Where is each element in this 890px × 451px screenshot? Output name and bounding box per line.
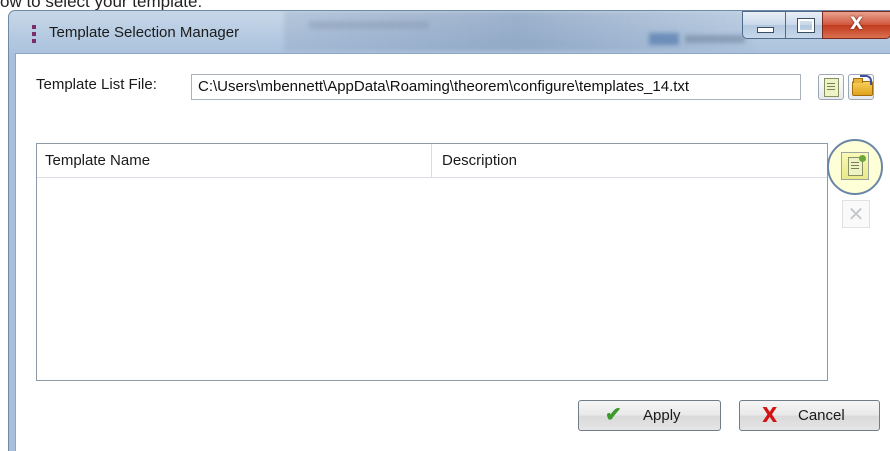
minimize-button[interactable] <box>742 11 786 39</box>
cancel-button[interactable]: X Cancel <box>739 400 880 431</box>
open-template-list-button[interactable] <box>848 74 874 100</box>
close-button[interactable]: X <box>822 11 890 39</box>
column-divider[interactable] <box>431 144 432 177</box>
blurred-background-item <box>685 35 745 43</box>
delete-icon: ✕ <box>847 202 865 226</box>
column-header-description[interactable]: Description <box>442 152 517 169</box>
checkmark-icon: ✔ <box>605 404 622 426</box>
delete-template-button[interactable]: ✕ <box>842 200 870 228</box>
new-document-icon <box>824 78 839 97</box>
dialog-body: Template List File: C:\Users\mbennett\Ap… <box>15 53 890 451</box>
apply-button[interactable]: ✔ Apply <box>578 400 721 431</box>
title-bar[interactable]: Template Selection Manager X <box>9 11 890 53</box>
blurred-background-item <box>649 33 679 45</box>
blurred-background-area <box>284 11 754 51</box>
new-template-list-button[interactable] <box>818 74 844 100</box>
cancel-button-label: Cancel <box>798 407 845 424</box>
cancel-x-icon: X <box>762 403 778 427</box>
app-icon <box>32 25 36 43</box>
template-table[interactable]: Template Name Description <box>36 143 828 381</box>
maximize-icon <box>797 18 815 33</box>
template-list-file-field[interactable]: C:\Users\mbennett\AppData\Roaming\theore… <box>191 74 801 100</box>
open-folder-icon <box>852 75 873 96</box>
apply-button-label: Apply <box>643 407 681 424</box>
template-list-file-label: Template List File: <box>36 76 157 93</box>
minimize-icon <box>757 27 774 33</box>
add-template-button[interactable] <box>841 152 869 180</box>
window-title: Template Selection Manager <box>49 24 240 41</box>
add-template-icon <box>848 155 866 176</box>
table-header: Template Name Description <box>37 144 827 178</box>
column-header-template-name[interactable]: Template Name <box>45 152 150 169</box>
maximize-button[interactable] <box>785 11 823 39</box>
template-selection-manager-window: Template Selection Manager X Template Li… <box>8 10 890 451</box>
close-icon: X <box>849 14 864 34</box>
blurred-background-item <box>309 21 429 29</box>
